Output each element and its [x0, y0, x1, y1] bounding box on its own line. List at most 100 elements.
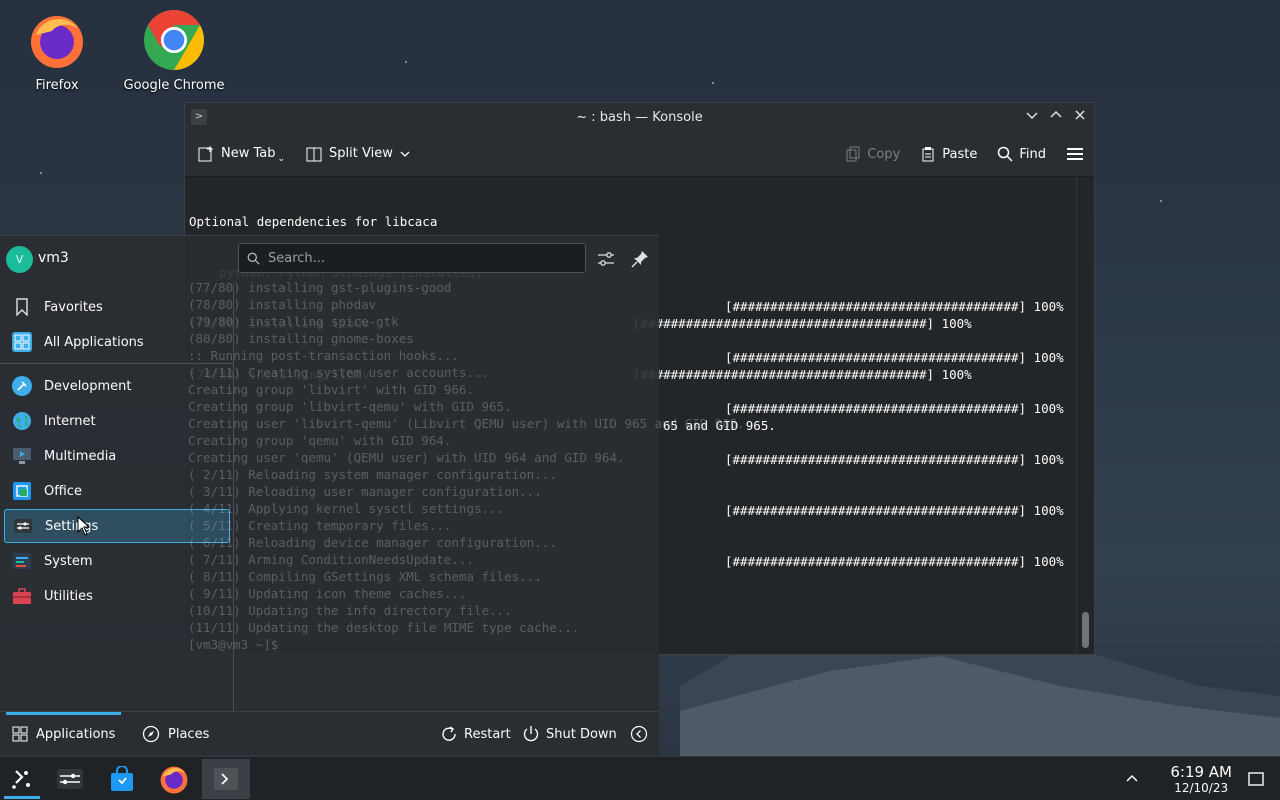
desktop-icon-google-chrome[interactable]: Google Chrome: [119, 8, 229, 93]
shut-down-label: Shut Down: [546, 726, 617, 742]
minimize-button[interactable]: [1024, 109, 1040, 125]
taskbar-firefox[interactable]: [152, 759, 196, 799]
taskbar-konsole[interactable]: [202, 759, 250, 799]
new-tab-button[interactable]: New Tab ⌄: [197, 144, 285, 164]
category-system[interactable]: System: [4, 544, 230, 578]
copy-button[interactable]: Copy: [845, 146, 900, 162]
mouse-cursor-icon: [77, 516, 91, 536]
category-label: Development: [44, 378, 132, 394]
chevron-down-icon: [1026, 112, 1038, 120]
firefox-icon: [27, 8, 87, 72]
digital-clock[interactable]: 6:19 AM 12/10/23: [1170, 763, 1232, 795]
category-label: Internet: [44, 413, 96, 429]
terminal-line: 65 and GID 965.: [663, 418, 776, 433]
hammer-icon: [12, 376, 32, 396]
category-utilities[interactable]: Utilities: [4, 579, 230, 613]
category-multimedia[interactable]: Multimedia: [4, 439, 230, 473]
terminal-line: Optional dependencies for libcaca: [189, 214, 438, 229]
restart-icon: [442, 726, 456, 741]
category-favorites[interactable]: Favorites: [4, 290, 230, 324]
category-label: Favorites: [44, 299, 103, 315]
split-view-label: Split View: [329, 146, 393, 161]
category-internet[interactable]: Internet: [4, 404, 230, 438]
tab-label: Places: [168, 726, 210, 742]
taskbar: 6:19 AM 12/10/23: [0, 756, 1280, 800]
avatar[interactable]: V: [6, 246, 33, 273]
launcher-header: V vm3: [0, 236, 659, 284]
clock-time: 6:19 AM: [1170, 763, 1232, 781]
category-label: Utilities: [44, 588, 93, 604]
hamburger-menu-button[interactable]: [1066, 146, 1084, 162]
category-label: All Applications: [44, 334, 144, 350]
wallpaper-star: [40, 172, 42, 174]
konsole-toolbar: New Tab ⌄ Split View Copy Paste Find: [185, 131, 1094, 177]
chevron-down-icon: [400, 151, 410, 157]
search-box[interactable]: [238, 243, 586, 273]
bookmark-icon: [12, 297, 32, 317]
configure-button[interactable]: [596, 249, 616, 269]
split-view-icon: [306, 147, 322, 161]
terminal-line: [######################################]…: [725, 299, 1064, 314]
wallpaper-star: [405, 61, 407, 63]
shut-down-button[interactable]: Shut Down: [522, 712, 617, 756]
launcher-footer: Applications Places Restart Shut Down: [0, 711, 659, 755]
category-all-applications[interactable]: All Applications: [4, 325, 230, 359]
tab-applications[interactable]: Applications: [5, 712, 122, 756]
paste-button[interactable]: Paste: [920, 146, 977, 162]
pin-button[interactable]: [630, 249, 650, 269]
progress-bars-column: [######################################]…: [725, 264, 1064, 604]
globe-icon: [12, 411, 32, 431]
terminal-icon: [214, 768, 238, 790]
category-development[interactable]: Development: [4, 369, 230, 403]
new-tab-icon: [198, 145, 213, 161]
split-view-button[interactable]: Split View: [305, 145, 411, 163]
copy-icon: [846, 146, 860, 162]
category-settings[interactable]: Settings: [4, 509, 230, 543]
restart-button[interactable]: Restart: [440, 712, 511, 756]
tab-label: Applications: [36, 726, 116, 742]
settings-icon: [57, 769, 83, 789]
shopping-bag-icon: [111, 766, 133, 791]
category-office[interactable]: Office: [4, 474, 230, 508]
maximize-button[interactable]: [1048, 109, 1064, 125]
multimedia-icon: [12, 446, 32, 466]
terminal-line: [######################################]…: [725, 554, 1064, 569]
application-launcher: V vm3 Favorites All Applications Develop…: [0, 235, 659, 755]
username: vm3: [38, 250, 69, 266]
terminal-line: [######################################]…: [725, 503, 1064, 518]
find-button[interactable]: Find: [997, 146, 1046, 162]
power-icon: [523, 726, 539, 742]
terminal-line: [######################################]…: [725, 452, 1064, 467]
pin-icon: [631, 251, 648, 268]
show-desktop-icon: [1248, 772, 1264, 786]
taskbar-system-settings[interactable]: [48, 759, 92, 799]
office-icon: [12, 481, 32, 501]
chrome-icon: [144, 8, 204, 72]
tab-places[interactable]: Places: [142, 712, 209, 756]
search-icon: [247, 252, 260, 265]
chevron-left-icon: [630, 725, 648, 743]
scrollbar-thumb[interactable]: [1082, 612, 1089, 648]
system-tray-expand-button[interactable]: [1112, 759, 1152, 799]
desktop-icon-firefox[interactable]: Firefox: [2, 8, 112, 93]
desktop-icon-label: Google Chrome: [123, 78, 225, 93]
more-power-options-button[interactable]: [630, 712, 648, 756]
category-label: System: [44, 553, 93, 569]
application-launcher-button[interactable]: [0, 759, 44, 799]
close-icon: [1075, 110, 1085, 120]
close-button[interactable]: [1072, 109, 1088, 125]
category-list: Favorites All Applications Development I…: [0, 284, 234, 711]
konsole-titlebar[interactable]: > ~ : bash — Konsole: [185, 103, 1094, 131]
paste-icon: [922, 147, 934, 162]
show-desktop-button[interactable]: [1236, 759, 1276, 799]
taskbar-discover[interactable]: [100, 759, 144, 799]
sliders-icon: [598, 252, 614, 266]
toolbox-icon: [12, 586, 32, 606]
chevron-up-icon: [1126, 774, 1138, 782]
grid-icon: [12, 726, 28, 742]
search-input[interactable]: [268, 250, 568, 266]
category-label: Office: [44, 483, 82, 499]
chevron-down-icon: ⌄: [277, 153, 286, 164]
terminal-scrollbar[interactable]: [1076, 177, 1094, 654]
compass-icon: [142, 725, 160, 743]
